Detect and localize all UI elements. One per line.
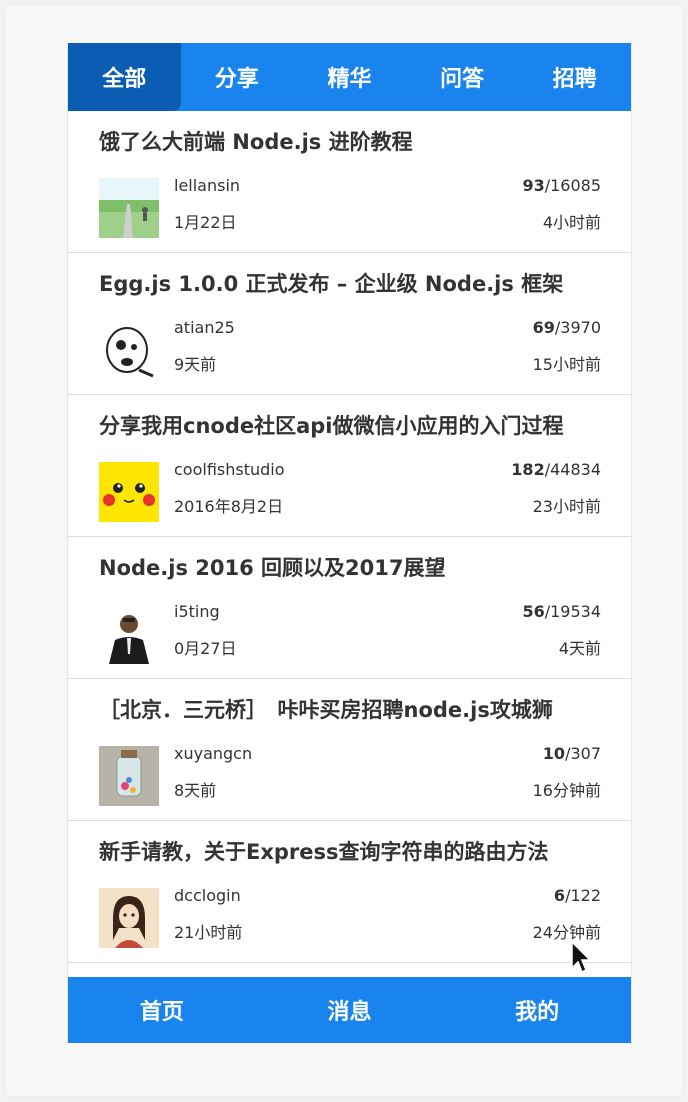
tab-ask[interactable]: 问答 <box>406 43 519 111</box>
topic-item[interactable]: Egg.js 1.0.0 正式发布 – 企业级 Node.js 框架 atian… <box>68 253 631 395</box>
topic-title[interactable]: Egg.js 1.0.0 正式发布 – 企业级 Node.js 框架 <box>99 267 605 301</box>
avatar[interactable] <box>99 746 159 806</box>
reply-visit-count: 69/3970 <box>533 318 601 337</box>
topic-item[interactable]: Node.js 2016 回顾以及2017展望 i5ting 0月27日 56/… <box>68 537 631 679</box>
nav-home[interactable]: 首页 <box>68 977 256 1043</box>
topic-created: 0月27日 <box>174 639 237 658</box>
topic-author[interactable]: dcclogin <box>174 886 241 905</box>
topic-created: 9天前 <box>174 355 217 374</box>
reply-count: 69 <box>532 318 555 337</box>
nav-me[interactable]: 我的 <box>443 977 631 1043</box>
topic-item[interactable]: 饿了么大前端 Node.js 进阶教程 lellansin 1月22日 93/1… <box>68 111 631 253</box>
topic-created: 21小时前 <box>174 923 243 942</box>
reply-count: 93 <box>522 176 545 195</box>
avatar[interactable] <box>99 888 159 948</box>
tab-job[interactable]: 招聘 <box>518 43 631 111</box>
reply-visit-count: 93/16085 <box>522 176 601 195</box>
reply-visit-count: 6/122 <box>554 886 601 905</box>
topic-title[interactable]: Node.js 2016 回顾以及2017展望 <box>99 551 605 585</box>
last-reply-time: 4天前 <box>558 639 601 658</box>
topic-list: 饿了么大前端 Node.js 进阶教程 lellansin 1月22日 93/1… <box>68 111 631 963</box>
reply-visit-count: 10/307 <box>543 744 601 763</box>
visit-count: /19534 <box>544 602 601 621</box>
topic-created: 1月22日 <box>174 213 237 232</box>
tab-all[interactable]: 全部 <box>68 43 181 111</box>
topic-author[interactable]: atian25 <box>174 318 235 337</box>
topic-created: 2016年8月2日 <box>174 497 284 516</box>
mouse-cursor-icon <box>571 940 592 974</box>
topic-author[interactable]: xuyangcn <box>174 744 252 763</box>
visit-count: /16085 <box>544 176 601 195</box>
avatar[interactable] <box>99 462 159 522</box>
topic-author[interactable]: lellansin <box>174 176 240 195</box>
topic-author[interactable]: i5ting <box>174 602 220 621</box>
avatar[interactable] <box>99 320 159 380</box>
bottom-nav: 首页 消息 我的 <box>68 977 631 1043</box>
avatar[interactable] <box>99 178 159 238</box>
last-reply-time: 16分钟前 <box>532 781 601 800</box>
tab-good[interactable]: 精华 <box>293 43 406 111</box>
visit-count: /122 <box>565 886 601 905</box>
topic-item[interactable]: 分享我用cnode社区api做微信小应用的入门过程 coolfishstudio… <box>68 395 631 537</box>
tab-share[interactable]: 分享 <box>181 43 294 111</box>
nav-messages[interactable]: 消息 <box>256 977 444 1043</box>
reply-count: 56 <box>522 602 545 621</box>
reply-count: 10 <box>542 744 566 763</box>
mobile-app: 全部 分享 精华 问答 招聘 饿了么大前端 Node.js 进阶教程 lella… <box>67 43 632 1043</box>
visit-count: /44834 <box>544 460 601 479</box>
avatar[interactable] <box>99 604 159 664</box>
topic-created: 8天前 <box>174 781 217 800</box>
category-tabs: 全部 分享 精华 问答 招聘 <box>68 43 631 111</box>
topic-title[interactable]: 饿了么大前端 Node.js 进阶教程 <box>99 125 605 159</box>
reply-visit-count: 56/19534 <box>522 602 601 621</box>
reply-count: 182 <box>511 460 545 479</box>
last-reply-time: 15小时前 <box>532 355 601 374</box>
reply-count: 6 <box>553 886 566 905</box>
topic-title[interactable]: 分享我用cnode社区api做微信小应用的入门过程 <box>99 409 605 443</box>
topic-title[interactable]: ［北京．三元桥］ 咔咔买房招聘node.js攻城狮 <box>99 693 605 727</box>
visit-count: /3970 <box>554 318 601 337</box>
last-reply-time: 23小时前 <box>532 497 601 516</box>
topic-item[interactable]: 新手请教，关于Express查询字符串的路由方法 dcclogin 21小时前 … <box>68 821 631 963</box>
topic-item[interactable]: ［北京．三元桥］ 咔咔买房招聘node.js攻城狮 xuyangcn 8天前 1… <box>68 679 631 821</box>
reply-visit-count: 182/44834 <box>511 460 601 479</box>
topic-title[interactable]: 新手请教，关于Express查询字符串的路由方法 <box>99 835 605 869</box>
topic-author[interactable]: coolfishstudio <box>174 460 285 479</box>
last-reply-time: 4小时前 <box>542 213 601 232</box>
visit-count: /307 <box>565 744 601 763</box>
